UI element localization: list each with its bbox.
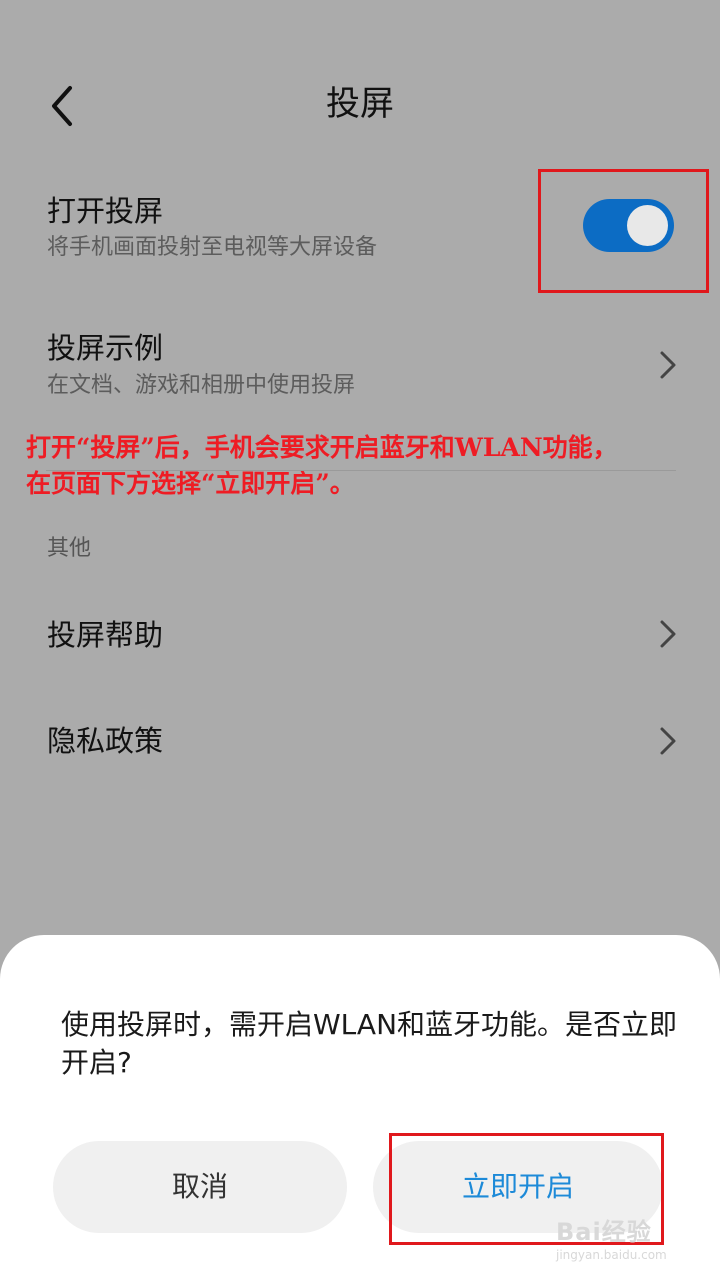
divider xyxy=(46,470,676,471)
cast-examples-subtitle: 在文档、游戏和相册中使用投屏 xyxy=(47,373,356,398)
baidu-watermark: Bai经验 jingyan.baidu.com xyxy=(556,1212,706,1272)
annotation-line-2: 在页面下方选择“立即开启”。 xyxy=(26,469,355,498)
chevron-right-icon xyxy=(656,616,680,652)
page-title: 投屏 xyxy=(326,84,394,124)
annotation-line-1: 打开“投屏”后，手机会要求开启蓝牙和WLAN功能， xyxy=(26,433,618,462)
highlight-box-toggle xyxy=(538,169,709,293)
cast-examples-title[interactable]: 投屏示例 xyxy=(47,328,163,368)
dialog-message: 使用投屏时，需开启WLAN和蓝牙功能。是否立即开启? xyxy=(61,1008,678,1079)
cast-toggle-title: 打开投屏 xyxy=(47,194,164,228)
tutorial-annotation: 打开“投屏”后，手机会要求开启蓝牙和WLAN功能， 在页面下方选择“立即开启”。 xyxy=(26,430,696,502)
privacy-policy-title[interactable]: 隐私政策 xyxy=(47,721,163,761)
cast-help-title[interactable]: 投屏帮助 xyxy=(47,615,163,655)
watermark-sub: jingyan.baidu.com xyxy=(556,1248,667,1262)
watermark-main: Bai经验 xyxy=(556,1218,652,1246)
cast-toggle-subtitle: 将手机画面投射至电视等大屏设备 xyxy=(47,235,378,260)
chevron-right-icon xyxy=(656,723,680,759)
cancel-button[interactable]: 取消 xyxy=(53,1141,347,1233)
chevron-right-icon xyxy=(656,347,680,383)
section-label-other: 其他 xyxy=(47,536,92,561)
